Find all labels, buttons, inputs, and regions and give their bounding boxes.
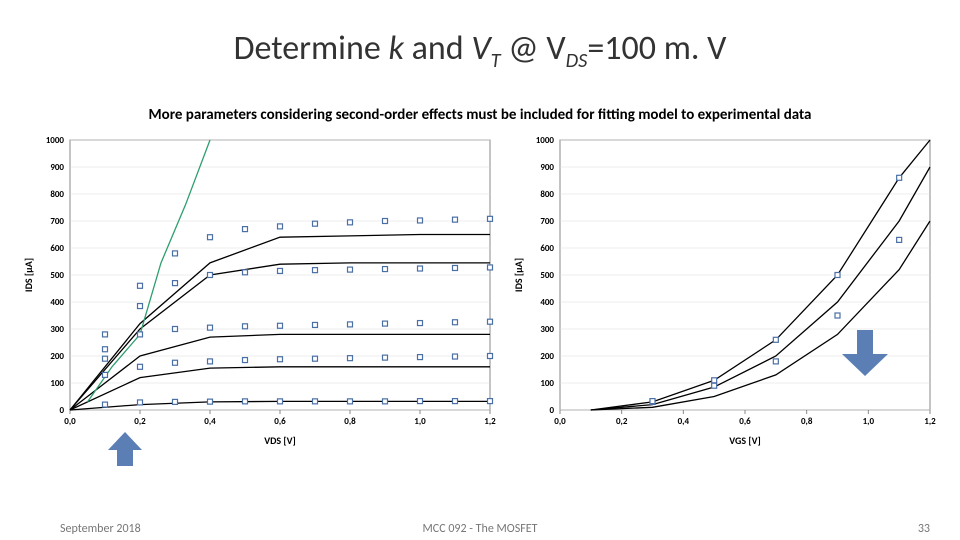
svg-text:600: 600 [540, 243, 554, 254]
title-text-b: and [404, 28, 471, 69]
svg-text:IDS [µA]: IDS [µA] [22, 258, 35, 292]
svg-text:300: 300 [50, 324, 64, 335]
title-vt: VT [471, 28, 500, 69]
svg-text:0,0: 0,0 [554, 416, 566, 427]
svg-text:IDS [µA]: IDS [µA] [512, 258, 525, 292]
svg-text:900: 900 [540, 162, 554, 173]
title-text-d: =100 m. V [587, 28, 726, 69]
svg-text:1,2: 1,2 [484, 416, 496, 427]
title-vt-v: V [471, 28, 490, 69]
svg-text:0,4: 0,4 [204, 416, 216, 427]
svg-text:700: 700 [50, 216, 64, 227]
title-ds-sub: DS [566, 49, 588, 73]
svg-text:600: 600 [50, 243, 64, 254]
svg-text:800: 800 [50, 189, 64, 200]
svg-text:VGS [V]: VGS [V] [729, 434, 761, 447]
svg-text:0,0: 0,0 [64, 416, 76, 427]
arrow-down-icon [842, 330, 888, 381]
title-text-c: @ V [501, 28, 566, 69]
svg-text:100: 100 [50, 378, 64, 389]
svg-text:400: 400 [540, 297, 554, 308]
svg-text:0,4: 0,4 [678, 416, 690, 427]
svg-text:0,8: 0,8 [344, 416, 356, 427]
svg-text:200: 200 [540, 351, 554, 362]
title-k: k [388, 28, 403, 69]
svg-text:VDS [V]: VDS [V] [264, 434, 296, 447]
chart-ids-vds: 0 100 200 300 400 500 600 700 800 900 1000 0,0 0,2 0,… [20, 130, 500, 450]
arrow-up-icon [108, 432, 142, 471]
svg-text:0,8: 0,8 [801, 416, 813, 427]
svg-text:1,2: 1,2 [924, 416, 936, 427]
svg-text:0: 0 [549, 405, 554, 416]
footer-center: MCC 092 - The MOSFET [0, 522, 960, 536]
title-text-a: Determine [234, 28, 389, 69]
svg-text:500: 500 [540, 270, 554, 281]
chart-ids-vgs: 0 100 200 300 400 500 600 700 800 900 1000 0,0 0,2 0,… [510, 130, 940, 450]
svg-text:400: 400 [50, 297, 64, 308]
svg-text:0,6: 0,6 [739, 416, 751, 427]
svg-text:0,6: 0,6 [274, 416, 286, 427]
svg-text:1,0: 1,0 [414, 416, 426, 427]
title-vt-sub: T [491, 49, 501, 73]
page-title: Determine k and VT @ VDS=100 m. V [0, 28, 960, 73]
footer-right: 33 [918, 522, 930, 536]
svg-text:0,2: 0,2 [616, 416, 628, 427]
svg-text:200: 200 [50, 351, 64, 362]
svg-text:0,2: 0,2 [134, 416, 146, 427]
svg-text:700: 700 [540, 216, 554, 227]
svg-text:300: 300 [540, 324, 554, 335]
subtitle: More parameters considering second-order… [0, 106, 960, 124]
svg-text:800: 800 [540, 189, 554, 200]
svg-text:100: 100 [540, 378, 554, 389]
svg-text:1000: 1000 [536, 135, 555, 146]
slide: Determine k and VT @ VDS=100 m. V More p… [0, 0, 960, 540]
svg-text:0: 0 [59, 405, 64, 416]
svg-text:900: 900 [50, 162, 64, 173]
svg-text:1000: 1000 [46, 135, 65, 146]
svg-text:1,0: 1,0 [863, 416, 875, 427]
svg-text:500: 500 [50, 270, 64, 281]
